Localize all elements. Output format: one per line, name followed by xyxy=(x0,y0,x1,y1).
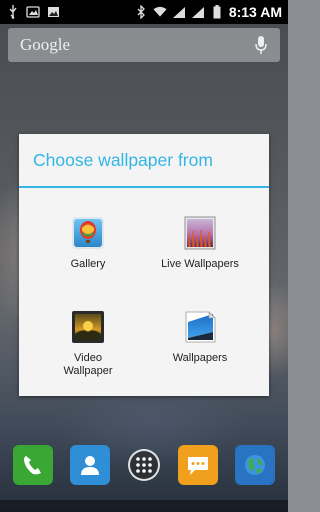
usb-icon xyxy=(6,5,20,19)
clock-suffix: AM xyxy=(260,4,282,20)
gallery-option[interactable]: Gallery xyxy=(33,216,143,271)
browser-icon[interactable] xyxy=(235,445,276,485)
wallpaper-source-grid: Gallery Live Wallpapers Video Wallpaper … xyxy=(19,188,269,396)
image-notification-icon xyxy=(46,5,60,19)
apps-icon[interactable] xyxy=(127,449,160,481)
wallpapers-option[interactable]: Wallpapers xyxy=(145,310,255,365)
photo-notification-icon xyxy=(26,5,40,19)
wallpapers-label: Wallpapers xyxy=(172,352,228,364)
live-wallpapers-label: Live Wallpapers xyxy=(161,258,239,270)
video-wallpaper-icon xyxy=(72,311,104,343)
status-bar: 8:13 AM xyxy=(0,0,288,24)
live-wallpapers-icon xyxy=(184,216,216,250)
battery-icon xyxy=(210,5,224,19)
clock-time: 8:13 xyxy=(228,4,257,20)
video-wallpaper-option[interactable]: Video Wallpaper xyxy=(33,310,143,378)
home-dock xyxy=(0,434,288,496)
gallery-icon xyxy=(72,217,104,249)
microphone-icon[interactable] xyxy=(254,34,268,56)
google-search-label: Google xyxy=(20,35,71,54)
live-wallpapers-option[interactable]: Live Wallpapers xyxy=(145,216,255,271)
dialog-title: Choose wallpaper from xyxy=(33,149,213,170)
bluetooth-icon xyxy=(134,5,148,19)
phone-icon[interactable] xyxy=(12,445,53,485)
clock: 8:13 AM xyxy=(229,4,282,20)
signal-icon-2 xyxy=(191,5,205,19)
wallpapers-icon xyxy=(185,311,216,343)
contacts-icon[interactable] xyxy=(70,445,111,485)
choose-wallpaper-dialog: Choose wallpaper from Gallery Live Wallp… xyxy=(19,134,269,396)
wifi-icon xyxy=(153,5,167,19)
google-search-bar[interactable]: Google xyxy=(8,28,280,62)
messaging-icon[interactable] xyxy=(177,445,218,485)
video-wallpaper-label: Video Wallpaper xyxy=(63,352,113,377)
gallery-label: Gallery xyxy=(70,258,106,270)
signal-icon xyxy=(172,5,186,19)
bottom-bar xyxy=(0,500,288,512)
